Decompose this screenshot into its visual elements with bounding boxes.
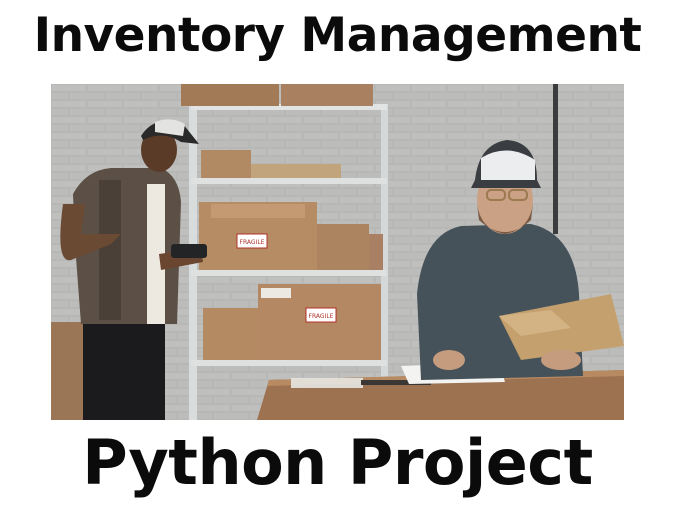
fragile-label: FRAGILE bbox=[309, 313, 334, 320]
fragile-label: FRAGILE bbox=[240, 239, 265, 246]
warehouse-photo: FRAGILE FRAGILE bbox=[51, 84, 624, 420]
page-title: Inventory Management bbox=[33, 8, 642, 63]
page-subtitle: Python Project bbox=[82, 426, 593, 499]
